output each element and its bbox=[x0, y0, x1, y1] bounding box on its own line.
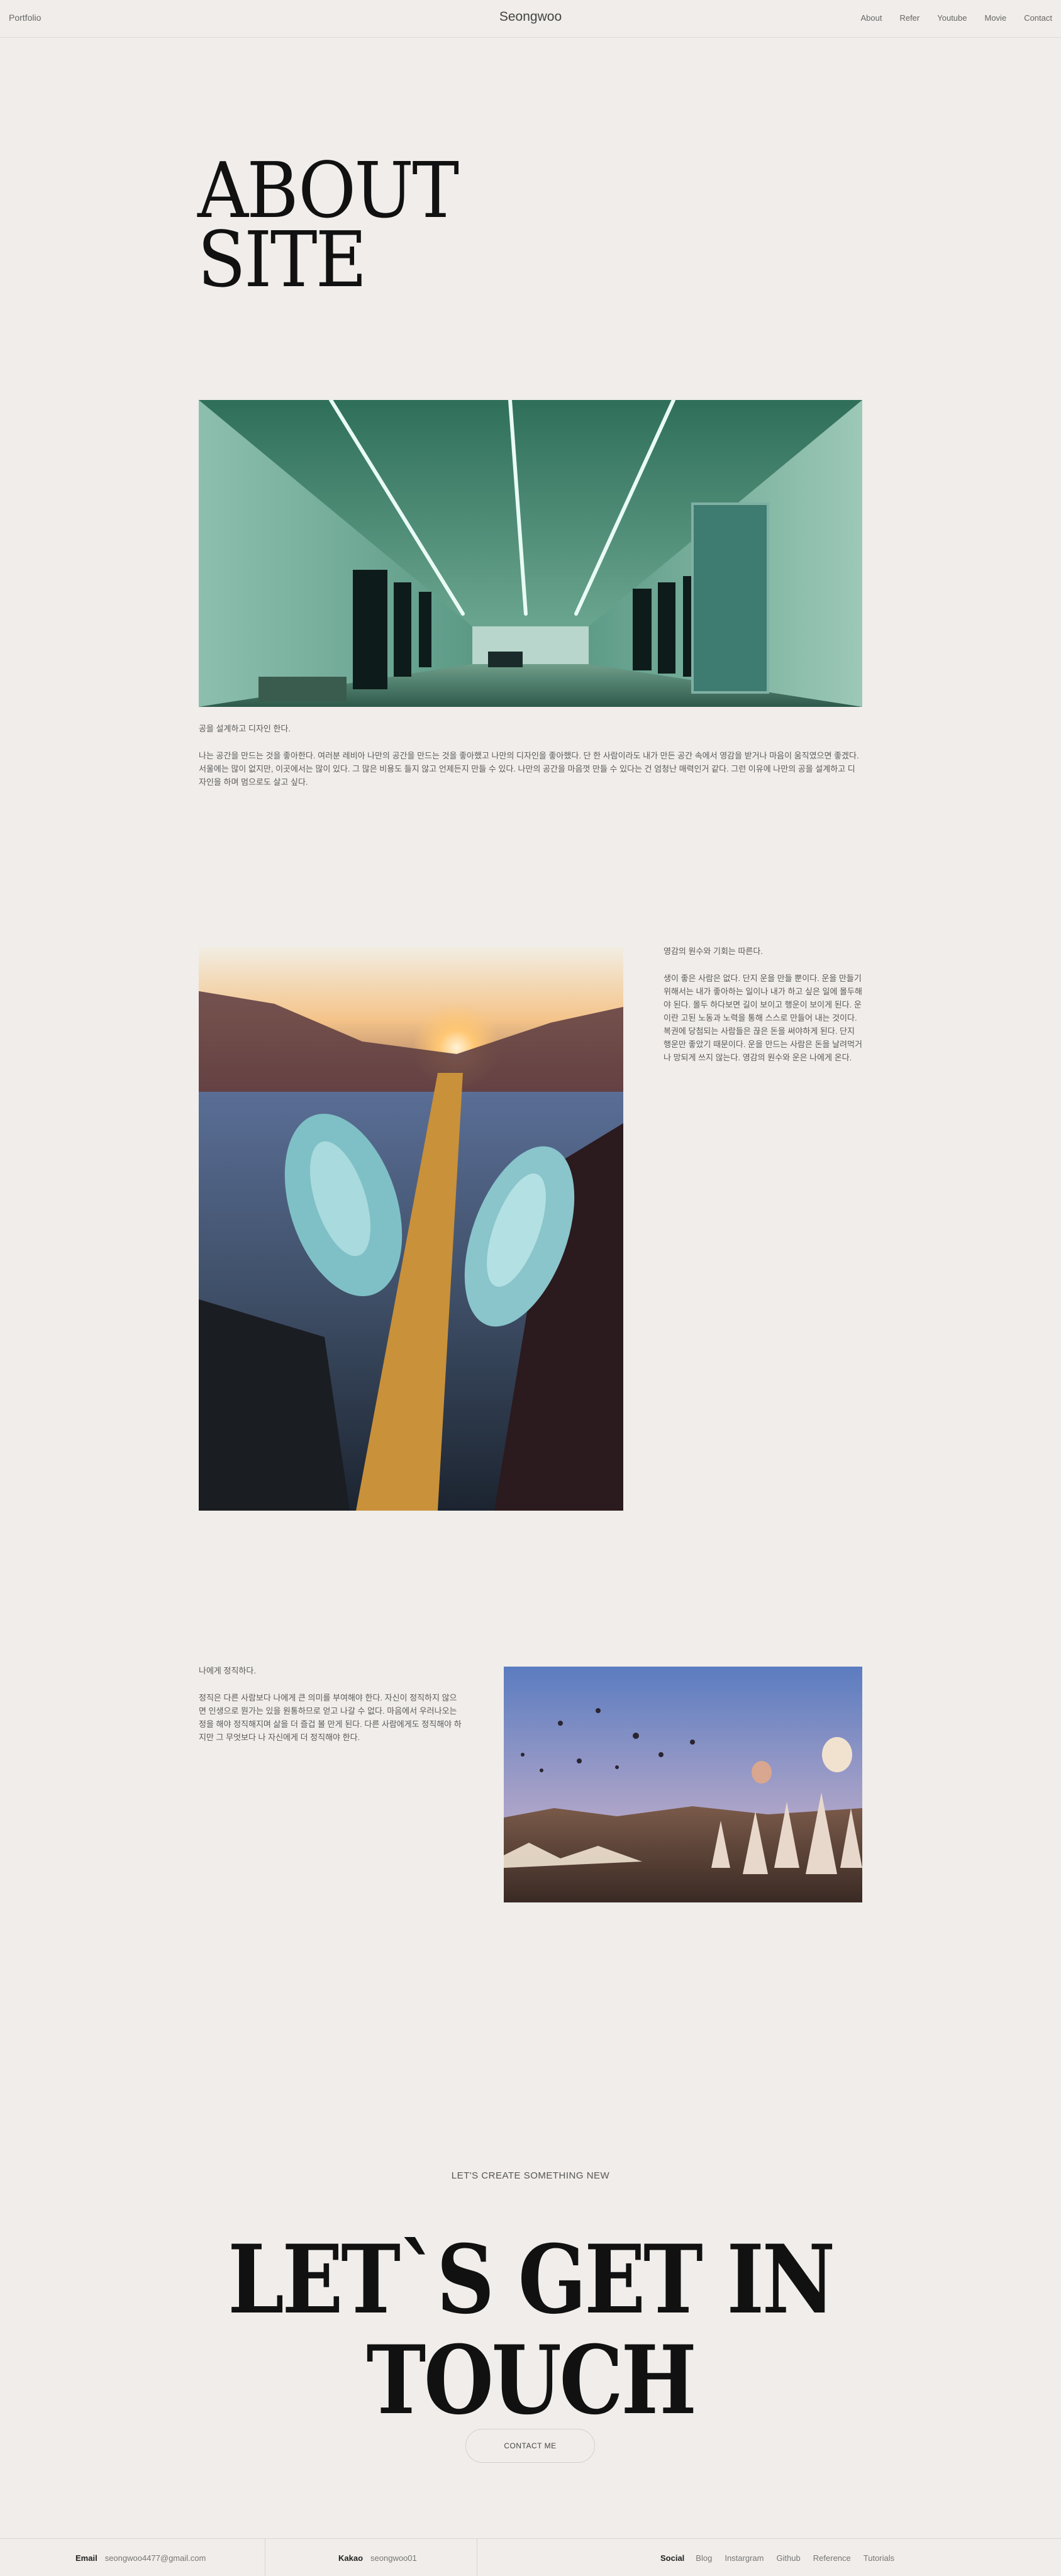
social-label: Social bbox=[660, 2553, 685, 2563]
main-nav: About Refer Youtube Movie Contact bbox=[860, 13, 1052, 23]
nav-refer[interactable]: Refer bbox=[899, 13, 919, 23]
social-tutorials[interactable]: Tutorials bbox=[864, 2553, 894, 2563]
nav-movie[interactable]: Movie bbox=[985, 13, 1007, 23]
sneakers-image bbox=[199, 947, 623, 1511]
social-instagram[interactable]: Instargram bbox=[725, 2553, 764, 2563]
section-lead: 나에게 정직하다. bbox=[199, 1666, 256, 1675]
contact-kicker: LET'S CREATE SOMETHING NEW bbox=[451, 2170, 610, 2181]
balloons-image bbox=[504, 1667, 862, 1902]
section-honesty: 나에게 정직하다. 정직은 다른 사람보다 나에게 큰 의미를 부여해야 한다.… bbox=[199, 1664, 463, 1744]
section-lead: 공을 설계하고 디자인 한다. bbox=[199, 724, 291, 733]
title-line-2: SITE bbox=[197, 215, 367, 304]
page-title: ABOUT SITE bbox=[197, 152, 480, 304]
section-body: 나는 공간을 만드는 것을 좋아한다. 여러분 레비아 나만의 공간을 만드는 … bbox=[199, 751, 859, 787]
section-body: 생이 좋은 사람은 없다. 단지 운을 만들 뿐이다. 운을 만들기 위해서는 … bbox=[664, 974, 862, 1062]
contact-title-line-1: LET`S GET IN bbox=[228, 2224, 835, 2335]
contact-title: LET`S GET IN TOUCH bbox=[0, 2229, 1061, 2431]
social-github[interactable]: Github bbox=[776, 2553, 800, 2563]
hallway-image bbox=[199, 400, 862, 707]
site-header: Portfolio Seongwoo About Refer Youtube M… bbox=[0, 0, 1061, 38]
section-lead: 영감의 원수와 기회는 따른다. bbox=[664, 947, 763, 956]
section-luck: 영감의 원수와 기회는 따른다. 생이 좋은 사람은 없다. 단지 운을 만들 … bbox=[664, 945, 864, 1064]
kakao-label: Kakao bbox=[338, 2553, 364, 2563]
footer-email: Email seongwoo4477@gmail.com bbox=[75, 2539, 206, 2576]
contact-title-line-2: TOUCH bbox=[366, 2325, 696, 2436]
contact-me-button[interactable]: CONTACT ME bbox=[465, 2429, 595, 2463]
site-footer: Email seongwoo4477@gmail.com Kakao seong… bbox=[0, 2538, 1061, 2576]
kakao-id[interactable]: seongwoo01 bbox=[370, 2553, 417, 2563]
section-body: 정직은 다른 사람보다 나에게 큰 의미를 부여해야 한다. 자신이 정직하지 … bbox=[199, 1693, 462, 1742]
social-blog[interactable]: Blog bbox=[696, 2553, 712, 2563]
footer-social: Social Blog Instargram Github Reference … bbox=[660, 2539, 894, 2576]
email-label: Email bbox=[75, 2553, 97, 2563]
nav-contact[interactable]: Contact bbox=[1024, 13, 1052, 23]
footer-kakao: Kakao seongwoo01 bbox=[338, 2539, 417, 2576]
nav-about[interactable]: About bbox=[860, 13, 882, 23]
email-link[interactable]: seongwoo4477@gmail.com bbox=[105, 2553, 206, 2563]
nav-youtube[interactable]: Youtube bbox=[937, 13, 967, 23]
social-reference[interactable]: Reference bbox=[813, 2553, 851, 2563]
section-about-space: 공을 설계하고 디자인 한다. 나는 공간을 만드는 것을 좋아한다. 여러분 … bbox=[199, 722, 862, 789]
